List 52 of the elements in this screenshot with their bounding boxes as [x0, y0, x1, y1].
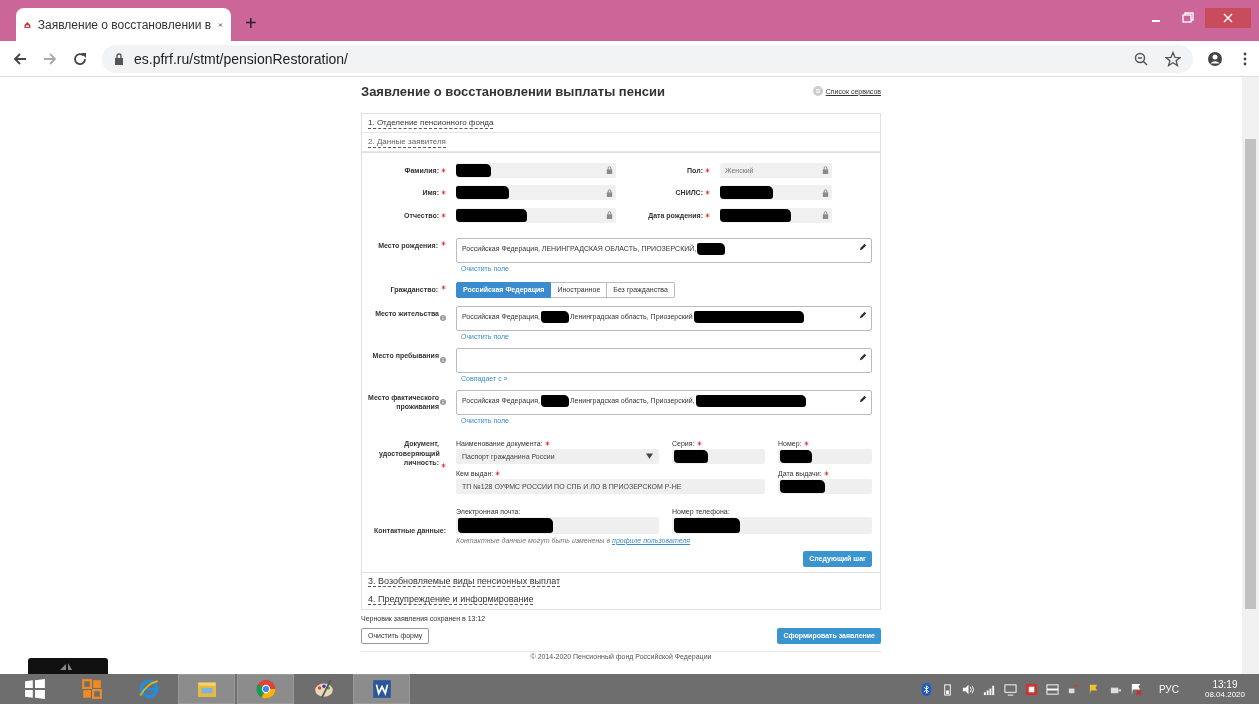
number-field[interactable] — [778, 448, 872, 464]
pencil-icon[interactable] — [859, 352, 867, 361]
speaker-icon[interactable] — [961, 682, 975, 696]
palette-icon — [312, 678, 335, 700]
document-w-icon — [370, 678, 393, 700]
lock-icon — [114, 52, 124, 65]
padlock-icon — [606, 188, 613, 197]
phone-field[interactable] — [672, 516, 872, 534]
help-icon[interactable] — [440, 398, 446, 405]
browser-e-icon — [137, 678, 160, 700]
section-link[interactable]: 2. Данные заявителя — [368, 136, 446, 148]
tab-title: Заявление о восстановлении в — [37, 17, 212, 32]
new-tab-button[interactable]: + — [245, 12, 257, 35]
list-icon — [812, 86, 823, 96]
pencil-icon[interactable] — [859, 242, 867, 251]
account-icon[interactable] — [1207, 50, 1223, 67]
padlock-icon — [822, 166, 829, 175]
dropdown-caret-icon — [646, 453, 653, 459]
help-icon[interactable] — [440, 356, 446, 363]
padlock-icon — [822, 188, 829, 197]
pencil-icon[interactable] — [859, 394, 867, 403]
window-icon[interactable] — [1045, 682, 1059, 696]
section-link[interactable]: 1. Отделение пенсионного фонда — [368, 117, 494, 129]
chrome-icon — [254, 678, 277, 700]
scrollbar-thumb[interactable] — [1245, 139, 1256, 609]
back-arrow-icon[interactable] — [12, 50, 28, 67]
pencil-icon[interactable] — [859, 310, 867, 319]
address-field[interactable] — [456, 347, 872, 373]
clock-time: 13:19 — [1212, 679, 1238, 690]
padlock-icon — [822, 211, 829, 220]
taskbar-app-button[interactable] — [353, 674, 410, 704]
monitor-icon[interactable] — [1003, 682, 1017, 696]
section-link[interactable]: 3. Возобновляемые виды пенсионных выплат — [368, 576, 561, 587]
page-title: Заявление о восстановлении выплаты пенсии — [361, 83, 666, 99]
padlock-icon — [606, 211, 613, 220]
squares-icon — [80, 678, 103, 700]
address-field[interactable]: es.pfrf.ru/stmt/pensionRestoration/ — [102, 44, 1193, 73]
reload-icon[interactable] — [72, 50, 88, 67]
clock-date: 08.04.2020 — [1204, 690, 1245, 699]
issue-date-field[interactable] — [778, 478, 872, 494]
windows-logo-icon — [23, 678, 46, 700]
series-field[interactable] — [672, 448, 765, 464]
star-icon[interactable] — [1165, 50, 1181, 67]
section-link[interactable]: 4. Предупреждение и информирование — [368, 594, 534, 605]
zoom-icon[interactable] — [1133, 50, 1149, 67]
language-indicator[interactable]: РУС — [1158, 683, 1179, 695]
browser-tab[interactable]: Заявление о восстановлении в — [16, 8, 231, 41]
email-field[interactable] — [456, 516, 659, 534]
help-icon[interactable] — [440, 314, 446, 321]
error-flag-icon[interactable] — [1129, 682, 1143, 696]
bluetooth-icon[interactable] — [919, 682, 933, 696]
padlock-icon — [606, 166, 613, 175]
